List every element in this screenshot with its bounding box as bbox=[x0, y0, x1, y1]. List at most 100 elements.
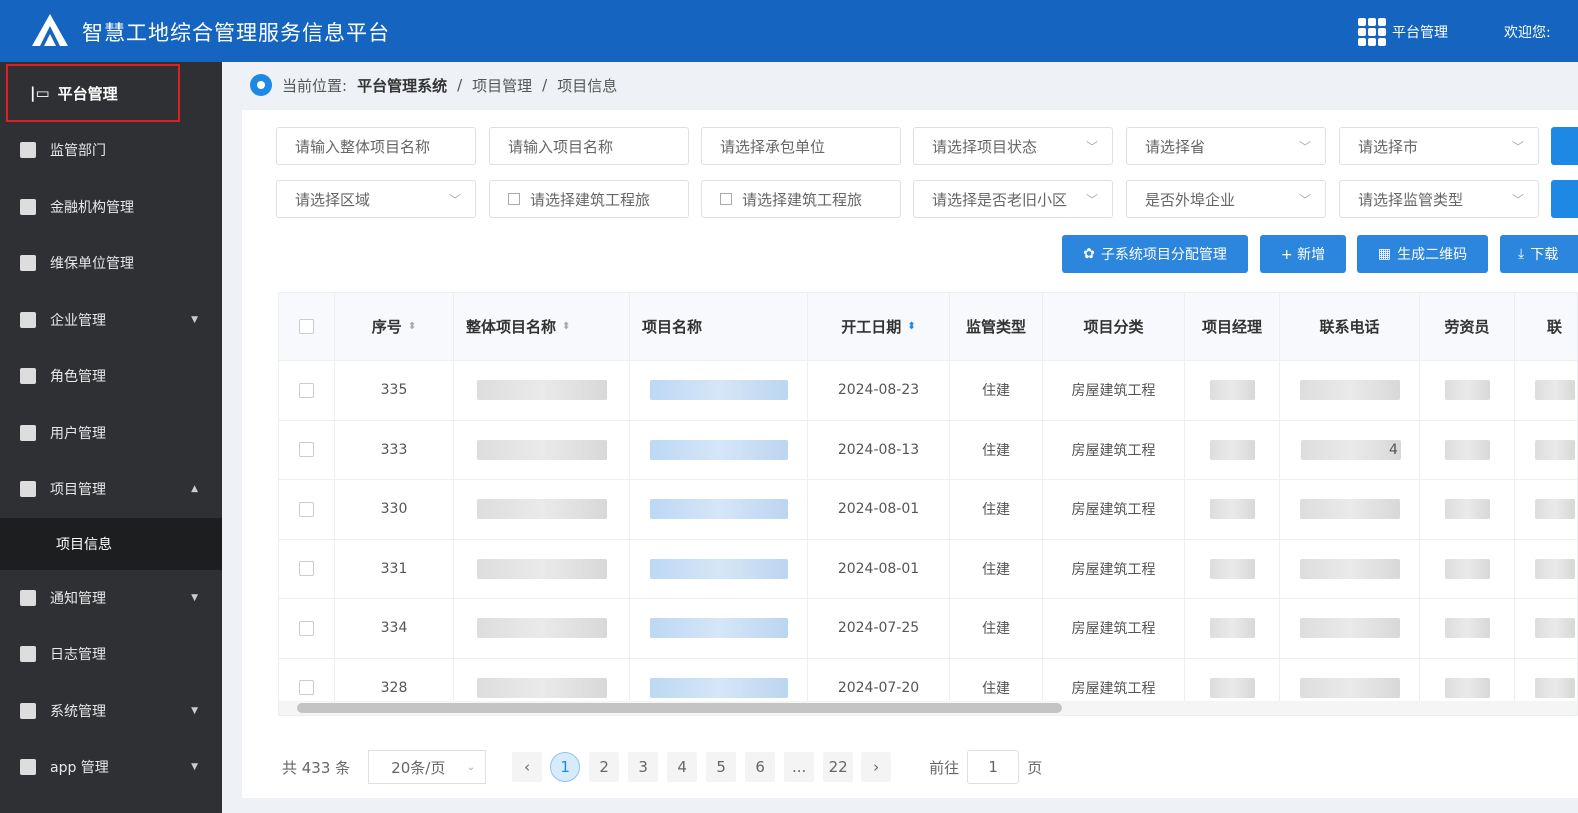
user-icon bbox=[20, 424, 36, 441]
redacted-value[interactable] bbox=[649, 380, 788, 401]
filter-select[interactable]: 请选择省 ﹀ bbox=[1126, 127, 1326, 165]
page-button[interactable]: 22 bbox=[823, 752, 854, 782]
table-cell bbox=[279, 539, 335, 598]
filter-input[interactable]: 请输入项目名称 bbox=[489, 127, 689, 165]
crumb-item[interactable]: 项目管理 bbox=[472, 75, 532, 96]
table-row[interactable]: 330 2024-08-01 住建 房屋建筑工程 bbox=[279, 480, 1577, 540]
redacted-value[interactable] bbox=[649, 558, 788, 579]
platform-menu[interactable]: 平台管理 bbox=[1358, 18, 1448, 46]
filter-select[interactable]: 请选择监管类型 ﹀ bbox=[1339, 180, 1539, 218]
table-cell bbox=[1185, 420, 1280, 479]
sidebar-item[interactable]: 企业管理 ▼ bbox=[0, 292, 222, 349]
redacted-value bbox=[476, 558, 607, 579]
sort-icon[interactable]: ⬍ bbox=[562, 321, 570, 332]
sidebar-item[interactable]: 角色管理 bbox=[0, 348, 222, 405]
sidebar-item[interactable]: 日志管理 bbox=[0, 626, 222, 683]
scrollbar-thumb[interactable] bbox=[297, 703, 1062, 713]
sidebar-item[interactable]: 维保单位管理 bbox=[0, 235, 222, 292]
sidebar-item[interactable]: 金融机构管理 bbox=[0, 179, 222, 236]
row-checkbox[interactable] bbox=[299, 561, 314, 577]
filter-select[interactable]: 请选择市 ﹀ bbox=[1339, 127, 1539, 165]
page-button[interactable]: 4 bbox=[667, 752, 698, 782]
sidebar-item[interactable]: 通知管理 ▼ bbox=[0, 570, 222, 627]
filter-select[interactable]: 请选择区域 ﹀ bbox=[276, 180, 476, 218]
row-checkbox[interactable] bbox=[299, 442, 314, 458]
redacted-value bbox=[1209, 439, 1255, 460]
next-page-button[interactable]: › bbox=[861, 752, 892, 782]
page-button[interactable]: 6 bbox=[745, 752, 776, 782]
search-button[interactable] bbox=[1551, 127, 1578, 165]
sidebar-item[interactable]: 监管部门 bbox=[0, 122, 222, 179]
chevron-down-icon: ﹀ bbox=[448, 192, 461, 207]
filter-input[interactable]: 请选择建筑工程旅 bbox=[489, 180, 689, 218]
page-button[interactable]: 2 bbox=[589, 752, 620, 782]
filter-select[interactable]: 是否外埠企业 ﹀ bbox=[1126, 180, 1326, 218]
page-button[interactable]: 3 bbox=[628, 752, 659, 782]
table-cell bbox=[1185, 599, 1280, 658]
table-cell: 房屋建筑工程 bbox=[1043, 420, 1185, 479]
download-button[interactable]: ⤓ 下载 bbox=[1500, 235, 1578, 273]
chevron-down-icon: ﹀ bbox=[1298, 192, 1311, 207]
filter-input[interactable]: 请选择建筑工程旅 bbox=[701, 180, 901, 218]
qrcode-button[interactable]: ▦ 生成二维码 bbox=[1357, 235, 1488, 273]
filter-input[interactable]: 请选择承包单位 bbox=[701, 127, 901, 165]
select-all-checkbox[interactable] bbox=[299, 319, 314, 334]
sidebar-head[interactable]: |▭ 平台管理 bbox=[6, 64, 180, 122]
table-cell bbox=[1420, 361, 1515, 420]
sidebar-item[interactable]: app 管理 ▼ bbox=[0, 739, 222, 796]
row-checkbox[interactable] bbox=[299, 501, 314, 517]
project-table: 序号 ⬍ 整体项目名称 ⬍ 项目名称 开工日期 ⬍ 监管类型 项目分类 项目经理 联系电话 劳资员联 … bbox=[278, 292, 1578, 716]
column-header: 项目名称 bbox=[630, 293, 808, 360]
sidebar-item-project-info[interactable]: 项目信息 bbox=[0, 517, 222, 570]
column-header: 监管类型 bbox=[950, 293, 1043, 360]
subsystem-assign-button[interactable]: ✿ 子系统项目分配管理 bbox=[1062, 235, 1248, 273]
table-row[interactable]: 331 2024-08-01 住建 房屋建筑工程 bbox=[279, 539, 1577, 599]
column-header[interactable]: 开工日期 ⬍ bbox=[808, 293, 950, 360]
column-header: 联系电话 bbox=[1280, 293, 1420, 360]
table-cell bbox=[1185, 480, 1280, 539]
sort-icon[interactable]: ⬍ bbox=[907, 321, 915, 332]
horizontal-scrollbar[interactable] bbox=[279, 701, 1577, 715]
table-row[interactable]: 334 2024-07-25 住建 房屋建筑工程 bbox=[279, 599, 1577, 659]
sidebar-item[interactable]: 项目管理 ▲ bbox=[0, 461, 222, 518]
column-header[interactable]: 序号 ⬍ bbox=[335, 293, 454, 360]
table-cell: 2024-08-13 bbox=[808, 420, 950, 479]
page-button[interactable]: 1 bbox=[550, 752, 581, 782]
add-button[interactable]: + 新增 bbox=[1260, 235, 1346, 273]
table-row[interactable]: 335 2024-08-23 住建 房屋建筑工程 bbox=[279, 361, 1577, 421]
table-cell bbox=[279, 361, 335, 420]
redacted-value[interactable] bbox=[649, 499, 788, 520]
apps-grid-icon bbox=[1358, 18, 1386, 46]
column-header[interactable]: 整体项目名称 ⬍ bbox=[454, 293, 630, 360]
prev-page-button[interactable]: ‹ bbox=[512, 752, 543, 782]
filter-input[interactable]: 请输入整体项目名称 bbox=[276, 127, 476, 165]
filter-select[interactable]: 请选择项目状态 ﹀ bbox=[913, 127, 1113, 165]
table-cell: 334 bbox=[335, 599, 454, 658]
main-panel: 请输入整体项目名称 请输入项目名称 请选择承包单位 请选择项目状态 ﹀ 请选择省 ﹀ 请选择市… bbox=[242, 110, 1578, 798]
sort-icon[interactable]: ⬍ bbox=[408, 321, 416, 332]
crumb-item[interactable]: 平台管理系统 bbox=[357, 75, 447, 96]
filter-select[interactable]: 请选择是否老旧小区 ﹀ bbox=[913, 180, 1113, 218]
redacted-value bbox=[476, 380, 607, 401]
page-button[interactable]: ... bbox=[784, 752, 815, 782]
redacted-value[interactable] bbox=[649, 618, 788, 639]
sidebar-item[interactable]: 系统管理 ▼ bbox=[0, 683, 222, 740]
row-checkbox[interactable] bbox=[299, 620, 314, 636]
table-row[interactable]: 333 2024-08-13 住建 房屋建筑工程 4 bbox=[279, 420, 1577, 480]
table-cell: 住建 bbox=[950, 420, 1043, 479]
sidebar-item[interactable]: 用户管理 bbox=[0, 405, 222, 462]
row-checkbox[interactable] bbox=[299, 680, 314, 696]
table-cell bbox=[630, 539, 808, 598]
page-size-select[interactable]: 20条/页 ⌄ bbox=[368, 750, 487, 784]
redacted-value bbox=[1209, 618, 1255, 639]
page-button[interactable]: 5 bbox=[706, 752, 737, 782]
row-checkbox[interactable] bbox=[299, 382, 314, 398]
redacted-value[interactable] bbox=[649, 439, 788, 460]
column-header[interactable] bbox=[279, 293, 335, 360]
redacted-value[interactable] bbox=[649, 677, 788, 698]
redacted-value bbox=[1209, 558, 1255, 579]
goto-page-input[interactable]: 1 bbox=[967, 750, 1020, 784]
column-header: 项目分类 bbox=[1043, 293, 1185, 360]
reset-button[interactable] bbox=[1551, 180, 1578, 218]
qrcode-icon: ▦ bbox=[1377, 246, 1392, 262]
